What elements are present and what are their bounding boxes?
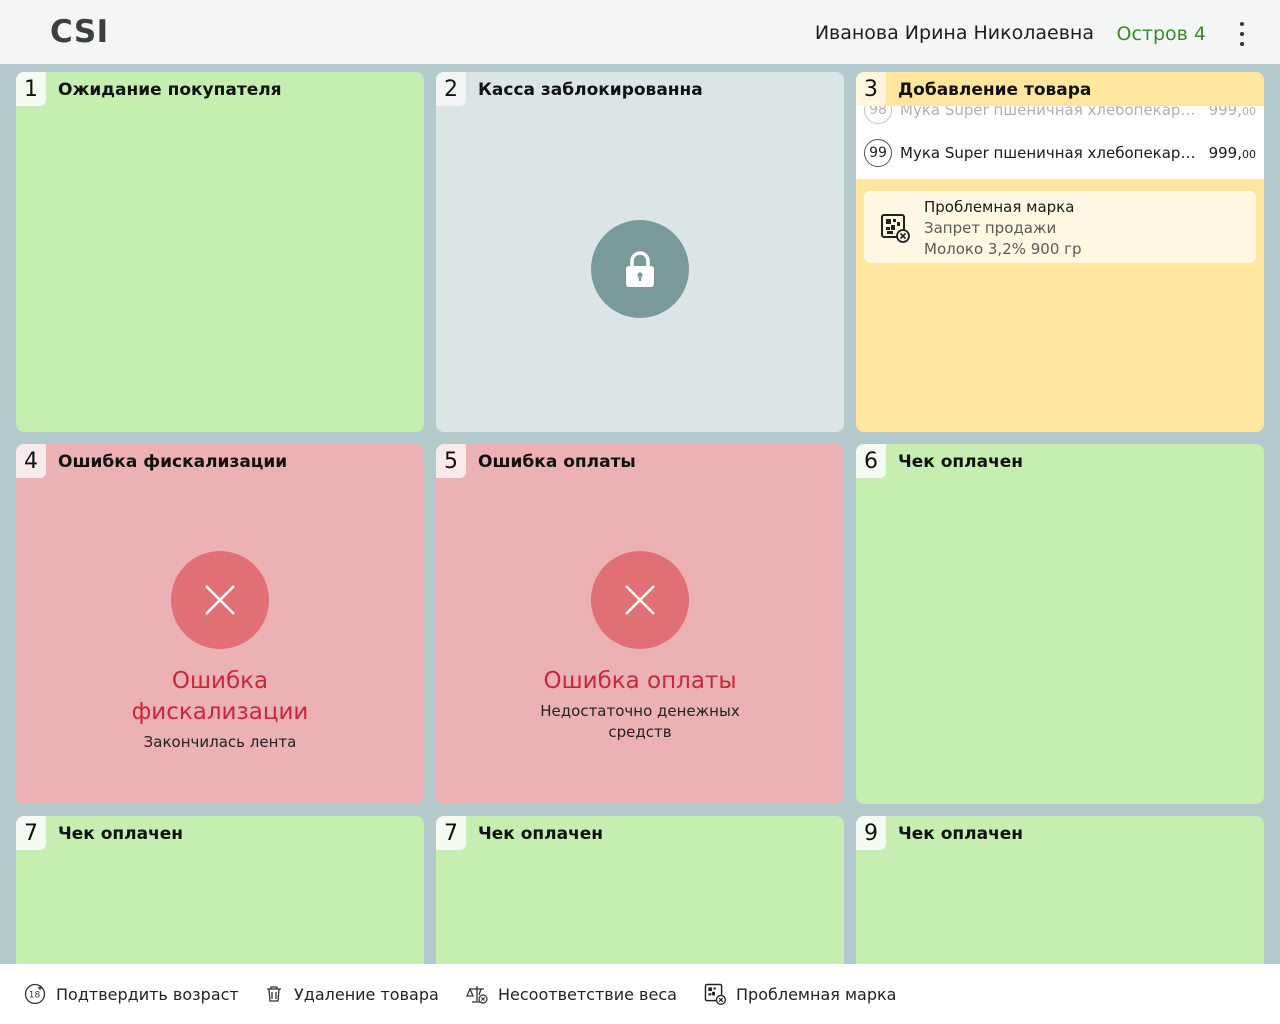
problem-reason: Запрет продажи: [924, 219, 1057, 237]
trash-icon: [267, 986, 281, 1002]
lock-icon: [591, 220, 689, 318]
weight-mismatch-label: Несоответствие веса: [498, 984, 677, 1004]
confirm-age-button[interactable]: 18 Подтвердить возраст: [24, 964, 239, 1024]
bottom-action-bar: 18 Подтвердить возраст Удаление товара Н…: [0, 964, 1280, 1024]
item-name: Мука Super пшеничная хлебопекарная: [900, 106, 1200, 119]
tile-title: Ошибка фискализации: [58, 452, 288, 472]
tile-title: Чек оплачен: [898, 824, 1024, 844]
register-tile-3[interactable]: 3 Добавление товара 98 Мука Super пшенич…: [856, 72, 1264, 432]
user-name[interactable]: Иванова Ирина Николаевна: [815, 22, 1094, 44]
weight-mismatch-button[interactable]: Несоответствие веса: [466, 964, 677, 1024]
error-icon: [591, 551, 689, 649]
tile-number: 7: [436, 816, 466, 850]
tile-title: Добавление товара: [898, 80, 1092, 100]
list-item[interactable]: 98 Мука Super пшеничная хлебопекарная 99…: [856, 106, 1264, 130]
list-item[interactable]: 99 Мука Super пшеничная хлебопекарная 99…: [856, 133, 1264, 173]
tile-number: 9: [856, 816, 886, 850]
register-tile-6[interactable]: 6 Чек оплачен: [856, 444, 1264, 804]
problem-mark-card[interactable]: Проблемная марка Запрет продажи Молоко 3…: [864, 191, 1256, 263]
problem-mark-icon: [881, 214, 910, 243]
tile-title: Чек оплачен: [898, 452, 1024, 472]
register-tile-5[interactable]: 5 Ошибка оплаты Ошибка оплаты Недостаточ…: [436, 444, 844, 804]
tile-title: Ошибка оплаты: [478, 452, 636, 472]
item-list[interactable]: 98 Мука Super пшеничная хлебопекарная 99…: [856, 106, 1264, 179]
tile-number: 5: [436, 444, 466, 478]
tile-number: 1: [16, 72, 46, 106]
item-number: 98: [864, 106, 892, 124]
logo: CSI: [50, 14, 109, 50]
problem-mark-icon: [704, 983, 726, 1005]
delete-item-label: Удаление товара: [294, 984, 439, 1004]
tile-title: Ожидание покупателя: [58, 80, 282, 100]
age-18-icon: 18: [24, 983, 46, 1005]
tile-title: Чек оплачен: [478, 824, 604, 844]
tile-title: Чек оплачен: [58, 824, 184, 844]
register-tile-4[interactable]: 4 Ошибка фискализации Ошибка фискализаци…: [16, 444, 424, 804]
error-subtitle: Закончилась лента: [143, 733, 297, 751]
top-bar: CSI Иванова Ирина Николаевна Остров 4: [0, 0, 1280, 64]
error-title: Ошибка оплаты: [543, 668, 737, 694]
item-price: 999,00: [1208, 144, 1256, 162]
problem-title: Проблемная марка: [924, 198, 1075, 216]
error-subtitle: Недостаточно денежных: [540, 702, 740, 720]
tile-number: 4: [16, 444, 46, 478]
tile-number: 7: [16, 816, 46, 850]
svg-text:18: 18: [29, 991, 41, 1001]
delete-item-button[interactable]: Удаление товара: [264, 964, 439, 1024]
item-price: 999,00: [1208, 106, 1256, 119]
problem-mark-button[interactable]: Проблемная марка: [704, 964, 896, 1024]
item-number: 99: [864, 139, 892, 167]
tile-title: Касса заблокированна: [478, 80, 703, 100]
item-name: Мука Super пшеничная хлебопекарная: [900, 144, 1200, 162]
error-title: Ошибка: [171, 668, 269, 694]
scales-icon: [466, 986, 488, 1004]
error-subtitle-line2: средств: [608, 723, 672, 741]
register-tile-1[interactable]: 1 Ожидание покупателя: [16, 72, 424, 432]
tile-number: 3: [856, 72, 886, 106]
error-title-line2: фискализации: [131, 699, 309, 725]
problem-mark-label: Проблемная марка: [736, 984, 897, 1004]
island-label[interactable]: Остров 4: [1117, 23, 1206, 45]
more-menu-icon[interactable]: [1232, 20, 1252, 48]
tile-number: 2: [436, 72, 466, 106]
error-icon: [171, 551, 269, 649]
register-tile-2[interactable]: 2 Касса заблокированна: [436, 72, 844, 432]
confirm-age-label: Подтвердить возраст: [56, 984, 239, 1004]
tile-number: 6: [856, 444, 886, 478]
problem-product: Молоко 3,2% 900 гр: [924, 240, 1082, 258]
